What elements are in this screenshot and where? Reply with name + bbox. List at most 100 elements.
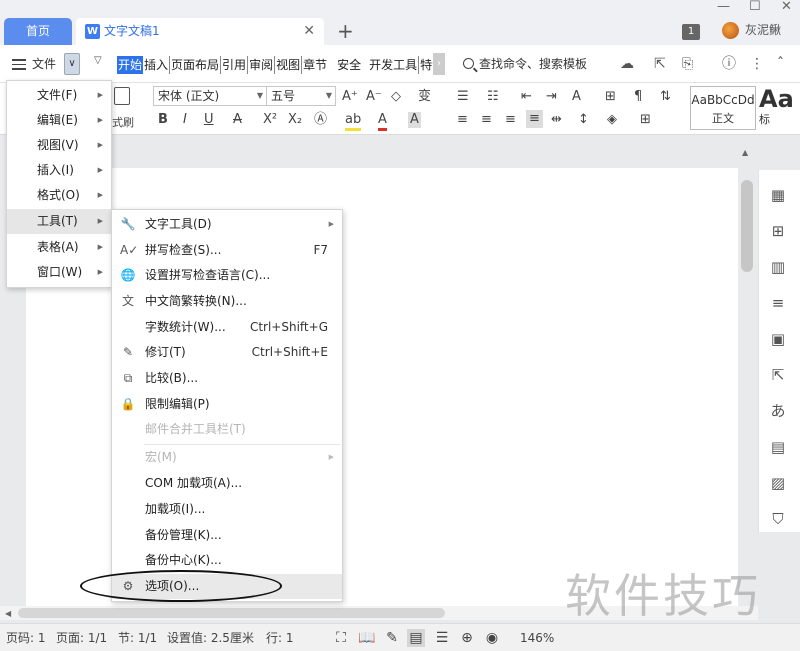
outline-view-icon[interactable]: ☰ — [433, 629, 451, 647]
close-window-icon[interactable]: ✕ — [781, 0, 792, 16]
collapse-ribbon-icon[interactable]: ˆ — [777, 55, 784, 73]
menu-item-file[interactable]: 文件(F) ▶ — [7, 83, 111, 108]
align-center-icon[interactable]: ≡ — [481, 112, 492, 128]
status-section[interactable]: 节: 1/1 — [118, 629, 157, 647]
bullet-list-icon[interactable]: ☰ — [457, 89, 469, 105]
menu-item-table[interactable]: 表格(A) ▶ — [7, 235, 111, 260]
distribute-icon[interactable]: ⇹ — [551, 112, 562, 128]
chart-icon[interactable]: ▥ — [769, 258, 787, 276]
menu-item-addins[interactable]: 加载项(I)... — [112, 497, 342, 522]
export-icon[interactable]: ⎘ — [682, 55, 693, 73]
format-painter-icon[interactable] — [114, 87, 130, 105]
username-label[interactable]: 灰泥鳅 — [745, 22, 781, 39]
clear-format-icon[interactable]: ◇ — [391, 89, 401, 105]
italic-icon[interactable]: I — [183, 112, 187, 128]
more-icon[interactable]: ⋮ — [750, 55, 764, 73]
underline-icon[interactable]: U — [204, 112, 214, 128]
file-menu-button[interactable]: 文件 — [12, 53, 56, 75]
more-tabs-button[interactable]: › — [433, 53, 445, 75]
shield-icon[interactable]: ⛉ — [769, 510, 787, 528]
style-heading[interactable]: Aa 标 — [757, 86, 800, 130]
menu-item-word-count[interactable]: 字数统计(W)... Ctrl+Shift+G — [112, 315, 342, 340]
archive-icon[interactable]: ▤ — [769, 438, 787, 456]
font-size-select[interactable]: 五号 ▼ — [266, 86, 336, 106]
menu-item-window[interactable]: 窗口(W) ▶ — [7, 260, 111, 285]
shading-icon[interactable]: ◈ — [607, 112, 617, 128]
shrink-font-icon[interactable]: A⁻ — [366, 89, 382, 105]
strikethrough-icon[interactable]: A — [233, 112, 242, 128]
text-effect-icon[interactable]: Ⓐ — [314, 112, 327, 128]
border-icon[interactable]: ⊞ — [640, 112, 651, 128]
grow-font-icon[interactable]: A⁺ — [342, 89, 358, 105]
tab-view[interactable]: 视图 — [275, 56, 303, 74]
new-tab-button[interactable]: + — [337, 18, 354, 45]
subscript-icon[interactable]: X₂ — [288, 112, 302, 128]
avatar[interactable] — [722, 22, 739, 39]
quick-access-dropdown[interactable]: ▽ — [94, 55, 102, 66]
menu-item-chinese-convert[interactable]: 文 中文简繁转换(N)... — [112, 289, 342, 314]
close-tab-icon[interactable]: ✕ — [303, 18, 315, 45]
char-shading-icon[interactable]: A — [408, 112, 421, 128]
menu-item-compare[interactable]: ⧉ 比较(B)... — [112, 366, 342, 391]
status-page-number[interactable]: 页码: 1 — [6, 629, 46, 647]
picture-icon[interactable]: ▨ — [769, 474, 787, 492]
font-color-icon[interactable]: A — [378, 112, 387, 131]
line-spacing-icon[interactable]: ↕ — [578, 112, 589, 128]
menu-item-tools[interactable]: 工具(T) ▶ — [7, 209, 111, 234]
font-name-select[interactable]: 宋体 (正文) ▼ — [153, 86, 267, 106]
read-mode-icon[interactable]: 📖 — [358, 629, 376, 647]
chinese-layout-icon[interactable]: ⊞ — [605, 89, 616, 105]
sort-icon[interactable]: ⇅ — [660, 89, 671, 105]
menu-item-spell-language[interactable]: 🌐 设置拼写检查语言(C)... — [112, 263, 342, 288]
menu-item-spell-check[interactable]: A✓ 拼写检查(S)... F7 — [112, 238, 342, 263]
scroll-left-icon[interactable]: ◀ — [5, 609, 11, 618]
phonetic-icon[interactable]: 变 — [418, 89, 431, 105]
align-right-icon[interactable]: ≡ — [505, 112, 516, 128]
zoom-level[interactable]: 146% — [520, 629, 554, 647]
translate-icon[interactable]: あ — [769, 402, 787, 420]
maximize-icon[interactable]: ☐ — [749, 0, 761, 16]
eye-protect-icon[interactable]: ◉ — [483, 629, 501, 647]
style-normal[interactable]: AaBbCcDd 正文 — [690, 86, 756, 130]
tab-page-layout[interactable]: 页面布局 — [170, 56, 222, 74]
font-case-icon[interactable]: A — [572, 89, 581, 105]
menu-item-view[interactable]: 视图(V) ▶ — [7, 133, 111, 158]
show-marks-icon[interactable]: ¶ — [634, 89, 642, 105]
status-page-total[interactable]: 页面: 1/1 — [56, 629, 107, 647]
menu-item-restrict-editing[interactable]: 🔒 限制编辑(P) — [112, 392, 342, 417]
tab-document[interactable]: W 文字文稿1 ✕ — [76, 18, 324, 45]
superscript-icon[interactable]: X² — [263, 112, 277, 128]
settings-sliders-icon[interactable]: ≡ — [769, 294, 787, 312]
share-out-icon[interactable]: ⇱ — [769, 366, 787, 384]
menu-item-text-tools[interactable]: 🔧 文字工具(D) ▶ — [112, 212, 342, 237]
horizontal-scrollbar[interactable] — [18, 608, 445, 618]
format-painter-label[interactable]: 式刷 — [112, 114, 134, 130]
scroll-up-icon[interactable]: ▲ — [742, 148, 748, 157]
write-mode-icon[interactable]: ✎ — [383, 629, 401, 647]
tab-home[interactable]: 首页 — [4, 18, 72, 45]
window-count-badge[interactable]: 1 — [682, 24, 700, 40]
tab-references[interactable]: 引用 — [221, 56, 249, 74]
menu-item-edit[interactable]: 编辑(E) ▶ — [7, 108, 111, 133]
highlight-icon[interactable]: ab — [345, 112, 362, 131]
bold-icon[interactable]: B — [158, 112, 168, 128]
page-view-icon[interactable]: ▤ — [407, 629, 425, 647]
numbered-list-icon[interactable]: ☷ — [487, 89, 499, 105]
status-settings[interactable]: 设置值: 2.5厘米 — [167, 629, 254, 647]
menu-item-insert[interactable]: 插入(I) ▶ — [7, 158, 111, 183]
justify-icon[interactable]: ≡ — [526, 110, 543, 128]
command-search[interactable]: 查找命令、搜索模板 — [463, 56, 587, 72]
decrease-indent-icon[interactable]: ⇤ — [521, 89, 532, 105]
image-gallery-icon[interactable]: ▣ — [769, 330, 787, 348]
cloud-icon[interactable]: ☁ — [620, 55, 634, 73]
grid-icon[interactable]: ⊞ — [769, 222, 787, 240]
vertical-scrollbar[interactable] — [741, 180, 753, 272]
tab-security[interactable]: 安全 — [336, 56, 362, 74]
tab-review[interactable]: 审阅 — [248, 56, 276, 74]
menu-item-format[interactable]: 格式(O) ▶ — [7, 183, 111, 208]
web-view-icon[interactable]: ⊕ — [458, 629, 476, 647]
menu-item-backup-manage[interactable]: 备份管理(K)... — [112, 523, 342, 548]
tab-chapter[interactable]: 章节 — [302, 56, 328, 74]
share-icon[interactable]: ⇱ — [654, 55, 666, 73]
table-icon[interactable]: ▦ — [769, 186, 787, 204]
